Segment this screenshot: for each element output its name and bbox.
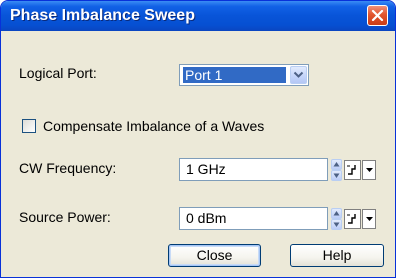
step-icon: [347, 165, 356, 175]
triangle-up-icon: [333, 211, 340, 216]
triangle-down-icon: [333, 173, 340, 178]
dialog-window: Phase Imbalance Sweep Logical Port: Port…: [0, 0, 396, 278]
cw-frequency-spin-down[interactable]: [331, 170, 342, 181]
source-power-label: Source Power:: [19, 209, 111, 225]
triangle-down-icon: [366, 217, 373, 221]
cw-frequency-spinner: [331, 159, 342, 181]
logical-port-combo[interactable]: Port 1: [179, 64, 309, 86]
cw-frequency-label: CW Frequency:: [19, 160, 117, 176]
source-power-dropdown-button[interactable]: [362, 209, 376, 229]
cw-frequency-input[interactable]: 1 GHz: [179, 158, 328, 181]
dialog-body: Logical Port: Port 1 Compensate Imbalanc…: [1, 31, 395, 277]
window-title: Phase Imbalance Sweep: [10, 7, 195, 24]
triangle-down-icon: [333, 222, 340, 227]
cw-frequency-spin-up[interactable]: [331, 159, 342, 170]
help-button[interactable]: Help: [290, 244, 384, 267]
close-x-icon: [371, 9, 384, 22]
step-icon: [347, 214, 356, 224]
title-bar[interactable]: Phase Imbalance Sweep: [1, 1, 395, 31]
logical-port-selected: Port 1: [183, 67, 286, 83]
source-power-spin-up[interactable]: [331, 208, 342, 219]
title-close-button[interactable]: [367, 5, 388, 26]
triangle-up-icon: [333, 162, 340, 167]
source-power-step-button[interactable]: [344, 209, 361, 229]
source-power-input[interactable]: 0 dBm: [179, 207, 328, 230]
logical-port-label: Logical Port:: [19, 65, 97, 81]
source-power-spinner: [331, 208, 342, 230]
source-power-spin-down[interactable]: [331, 219, 342, 230]
close-button[interactable]: Close: [168, 244, 261, 267]
triangle-down-icon: [366, 168, 373, 172]
compensate-label[interactable]: Compensate Imbalance of a Waves: [43, 118, 264, 134]
compensate-checkbox[interactable]: [22, 119, 36, 133]
chevron-down-icon: [293, 71, 304, 78]
cw-frequency-step-button[interactable]: [344, 160, 361, 180]
cw-frequency-dropdown-button[interactable]: [362, 160, 376, 180]
combo-dropdown-button[interactable]: [290, 66, 307, 84]
